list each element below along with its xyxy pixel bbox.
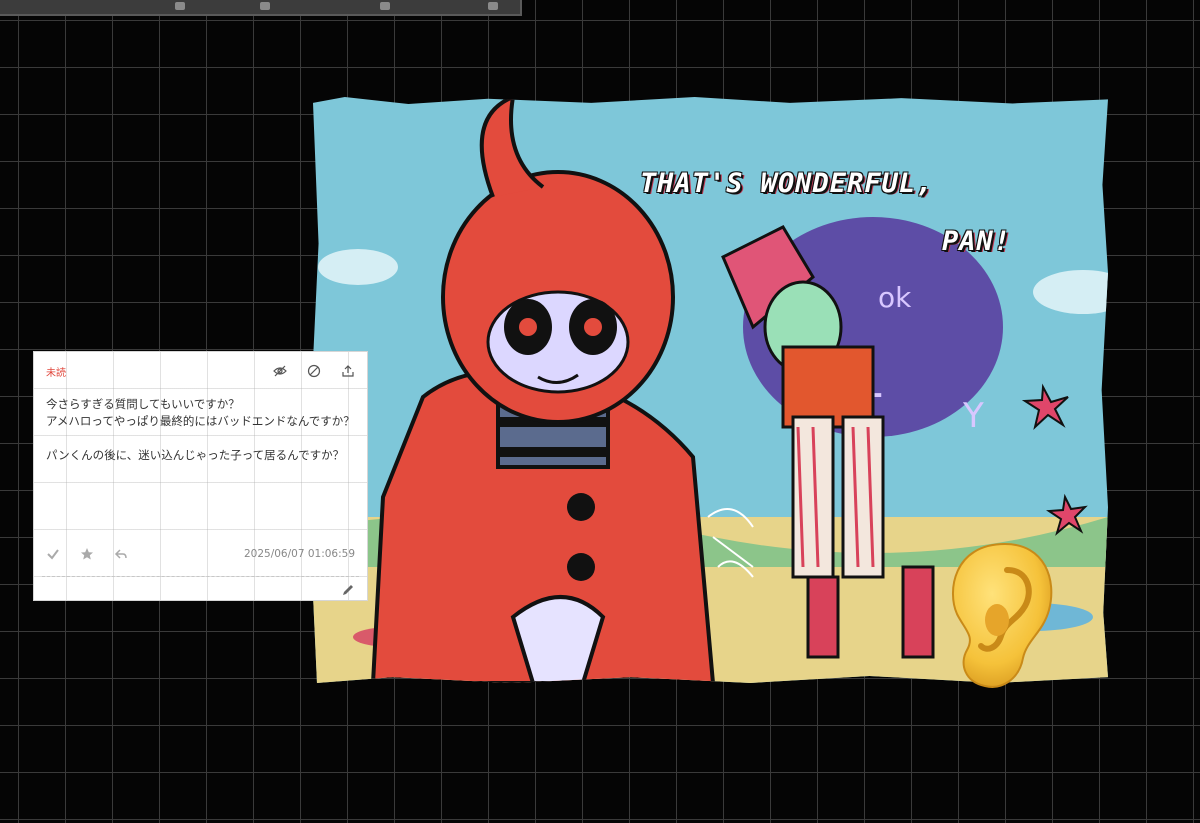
artwork-title-line1-wrap: THAT'S WONDERFUL, [640,168,933,199]
reply-icon[interactable] [114,546,128,560]
edit-icon[interactable] [341,582,355,596]
artwork-title-text-1: THAT'S WONDERFUL, [640,168,934,199]
eye-off-icon[interactable] [273,363,287,377]
card-top-actions [273,363,355,378]
block-icon[interactable] [307,363,321,378]
ear-icon [951,542,1053,688]
toolbar-icon[interactable] [380,2,390,10]
timestamp: 2025/06/07 01:06:59 [243,548,355,560]
toolbar-icon[interactable] [488,2,498,10]
top-toolbar [0,0,522,16]
check-icon[interactable] [46,546,60,560]
toolbar-icon[interactable] [260,2,270,10]
artwork-title-line2-wrap: PAN! [942,226,1011,257]
question-text: 今さらすぎる質問してもいいですか？ アメハロってやっぱり最終的にはバッドエンドな… [46,397,355,462]
star-icon[interactable] [80,546,94,560]
unread-status: 未読 [46,368,66,379]
question-card[interactable]: 未読 今さらすぎる質問してもいいですか？ アメハロってやっぱり最終的にはバッドエ… [33,351,368,601]
svg-text:Y: Y [962,396,984,436]
card-divider [42,576,359,577]
artwork-title-text-2: PAN! [942,226,1012,257]
toolbar-icon[interactable] [175,2,185,10]
svg-text:ok: ok [878,281,912,314]
share-icon[interactable] [341,363,355,377]
